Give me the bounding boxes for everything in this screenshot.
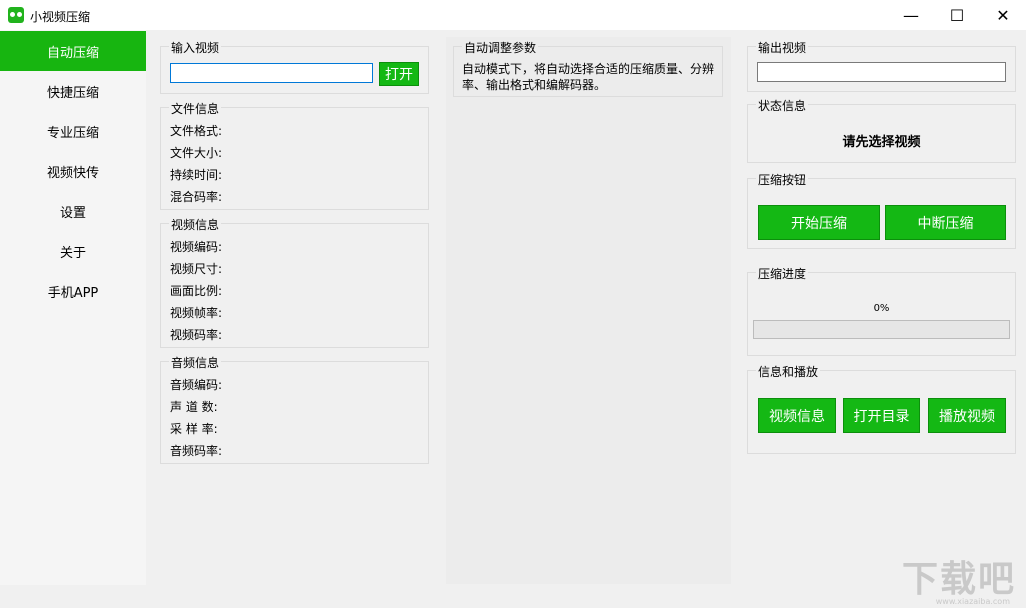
auto-params-description: 自动模式下，将自动选择合适的压缩质量、分辨率、输出格式和编解码器。	[462, 62, 715, 92]
open-directory-button[interactable]: 打开目录	[843, 398, 920, 433]
sidebar-item-auto-compress[interactable]: 自动压缩	[0, 31, 146, 71]
status-title: 状态信息	[756, 97, 809, 114]
auto-params-title: 自动调整参数	[462, 39, 539, 56]
input-video-path-field[interactable]	[170, 63, 373, 83]
duration-label: 持续时间:	[170, 168, 223, 182]
sidebar-item-pro-compress[interactable]: 专业压缩	[0, 111, 146, 151]
info-play-panel: 信息和播放 视频信息 打开目录 播放视频	[747, 363, 1016, 454]
sidebar-item-about[interactable]: 关于	[0, 231, 146, 271]
info-play-title: 信息和播放	[756, 363, 821, 380]
file-info-title: 文件信息	[169, 100, 222, 117]
video-info-panel: 视频信息 视频编码: 视频尺寸: 画面比例: 视频帧率: 视频码率:	[160, 216, 429, 348]
sidebar: 自动压缩 快捷压缩 专业压缩 视频快传 设置 关于 手机APP	[0, 30, 146, 585]
compress-buttons-title: 压缩按钮	[756, 171, 809, 188]
sidebar-item-mobile-app[interactable]: 手机APP	[0, 271, 146, 311]
audio-bitrate-label: 音频码率:	[170, 444, 223, 458]
params-column	[446, 37, 731, 584]
start-compress-button[interactable]: 开始压缩	[758, 205, 880, 240]
video-codec-label: 视频编码:	[170, 240, 223, 254]
input-video-panel: 输入视频 打开	[160, 39, 429, 94]
audio-info-panel: 音频信息 音频编码: 声 道 数: 采 样 率: 音频码率:	[160, 354, 429, 464]
stop-compress-button[interactable]: 中断压缩	[885, 205, 1006, 240]
sidebar-item-settings[interactable]: 设置	[0, 191, 146, 231]
window-title: 小视频压缩	[30, 10, 91, 24]
app-logo-icon	[8, 7, 24, 23]
progress-bar	[753, 320, 1010, 339]
status-message: 请先选择视频	[842, 135, 921, 150]
play-video-button[interactable]: 播放视频	[928, 398, 1006, 433]
close-button[interactable]: ✕	[980, 0, 1026, 30]
audio-codec-label: 音频编码:	[170, 378, 223, 392]
output-video-path-field[interactable]	[757, 62, 1006, 82]
progress-title: 压缩进度	[756, 265, 809, 282]
watermark-url: www.xiazaiba.com	[935, 597, 1010, 606]
file-format-label: 文件格式:	[170, 124, 223, 138]
channels-label: 声 道 数:	[170, 400, 218, 414]
auto-params-panel: 自动调整参数 自动模式下，将自动选择合适的压缩质量、分辨率、输出格式和编解码器。	[453, 39, 723, 97]
frame-rate-label: 视频帧率:	[170, 306, 223, 320]
mixed-bitrate-label: 混合码率:	[170, 190, 223, 204]
sidebar-item-quick-compress[interactable]: 快捷压缩	[0, 71, 146, 111]
status-panel: 状态信息 请先选择视频	[747, 97, 1016, 163]
video-size-label: 视频尺寸:	[170, 262, 223, 276]
minimize-button[interactable]: —	[888, 0, 934, 30]
video-info-button[interactable]: 视频信息	[758, 398, 836, 433]
sample-rate-label: 采 样 率:	[170, 422, 218, 436]
sidebar-item-video-transfer[interactable]: 视频快传	[0, 151, 146, 191]
audio-info-title: 音频信息	[169, 354, 222, 371]
progress-percent: 0%	[873, 303, 890, 314]
maximize-button[interactable]: ☐	[934, 0, 980, 30]
input-video-title: 输入视频	[169, 39, 222, 56]
video-info-title: 视频信息	[169, 216, 222, 233]
output-video-panel: 输出视频	[747, 39, 1016, 92]
watermark-logo: 下载吧	[901, 559, 1016, 600]
compress-buttons-panel: 压缩按钮 开始压缩 中断压缩	[747, 171, 1016, 249]
title-bar: 小视频压缩 — ☐ ✕	[0, 0, 1026, 30]
aspect-ratio-label: 画面比例:	[170, 284, 223, 298]
output-video-title: 输出视频	[756, 39, 809, 56]
video-bitrate-label: 视频码率:	[170, 328, 223, 342]
open-file-button[interactable]: 打开	[379, 62, 419, 86]
file-size-label: 文件大小:	[170, 146, 223, 160]
file-info-panel: 文件信息 文件格式: 文件大小: 持续时间: 混合码率:	[160, 100, 429, 210]
progress-panel: 压缩进度 0%	[747, 265, 1016, 356]
